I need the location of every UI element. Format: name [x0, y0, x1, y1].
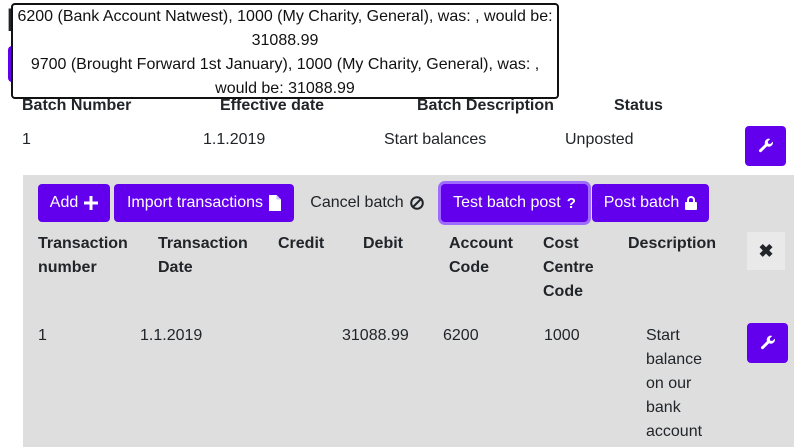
header-line: Transaction	[158, 235, 248, 252]
header-debit: Debit	[363, 235, 403, 252]
header-line: Account	[449, 235, 513, 252]
transaction-account-code: 6200	[443, 327, 479, 344]
header-line: number	[38, 259, 97, 276]
edit-batch-button[interactable]	[745, 126, 786, 166]
header-transaction-date: Transaction Date	[158, 232, 248, 280]
batch-status: Unposted	[565, 131, 634, 148]
description-line: on our	[646, 375, 692, 392]
file-icon	[269, 195, 282, 211]
cancel-batch-button[interactable]: Cancel batch	[302, 184, 432, 222]
cancel-label: Cancel batch	[310, 194, 404, 211]
close-transactions-button[interactable]: ✖	[747, 232, 785, 270]
test-batch-post-button[interactable]: Test batch post ?	[441, 184, 588, 222]
header-line: Transaction	[38, 235, 128, 252]
batch-number: 1	[22, 131, 31, 148]
description-line: account	[646, 423, 703, 440]
header-account-code: Account Code	[449, 232, 513, 280]
wrench-icon	[760, 335, 775, 350]
description-line: bank	[646, 399, 681, 416]
import-transactions-button[interactable]: Import transactions	[114, 184, 294, 222]
add-transaction-button[interactable]: Add	[38, 184, 110, 222]
header-description: Description	[628, 235, 717, 252]
header-transaction-number: Transaction number	[38, 232, 128, 280]
header-line: Cost	[543, 235, 579, 252]
header-line: Code	[449, 259, 489, 276]
test-post-tooltip: 6200 (Bank Account Natwest), 1000 (My Ch…	[11, 3, 559, 99]
transaction-number: 1	[38, 327, 47, 344]
header-status: Status	[614, 97, 663, 114]
test-label: Test batch post	[453, 194, 561, 211]
batch-date: 1.1.2019	[203, 131, 266, 148]
tooltip-line: 6200 (Bank Account Natwest), 1000 (My Ch…	[17, 8, 553, 25]
transaction-description: Start balance on our bank account	[646, 324, 702, 444]
batch-description: Start balances	[384, 131, 487, 148]
ban-icon	[409, 196, 424, 210]
description-line: Start	[646, 327, 680, 344]
import-label: Import transactions	[126, 194, 264, 211]
header-line: Centre	[543, 259, 594, 276]
transaction-debit: 31088.99	[342, 327, 409, 344]
header-cost-centre-code: Cost Centre Code	[543, 232, 594, 304]
header-line: Date	[158, 259, 193, 276]
lock-icon	[685, 196, 698, 210]
post-label: Post batch	[603, 194, 680, 211]
tooltip-line: would be: 31088.99	[215, 80, 355, 97]
header-line: Code	[543, 283, 583, 300]
edit-transaction-button[interactable]	[747, 323, 788, 363]
close-icon: ✖	[758, 240, 774, 261]
description-line: balance	[646, 351, 703, 368]
add-label: Add	[49, 194, 79, 211]
transaction-date: 1.1.2019	[140, 327, 203, 344]
wrench-icon	[758, 138, 773, 153]
plus-icon	[84, 196, 99, 210]
post-batch-button[interactable]: Post batch	[592, 184, 709, 222]
question-icon: ?	[566, 194, 576, 212]
header-credit: Credit	[278, 235, 325, 252]
tooltip-line: 31088.99	[251, 32, 319, 49]
transaction-cost-centre: 1000	[544, 327, 580, 344]
tooltip-line: 9700 (Brought Forward 1st January), 1000…	[30, 56, 540, 73]
